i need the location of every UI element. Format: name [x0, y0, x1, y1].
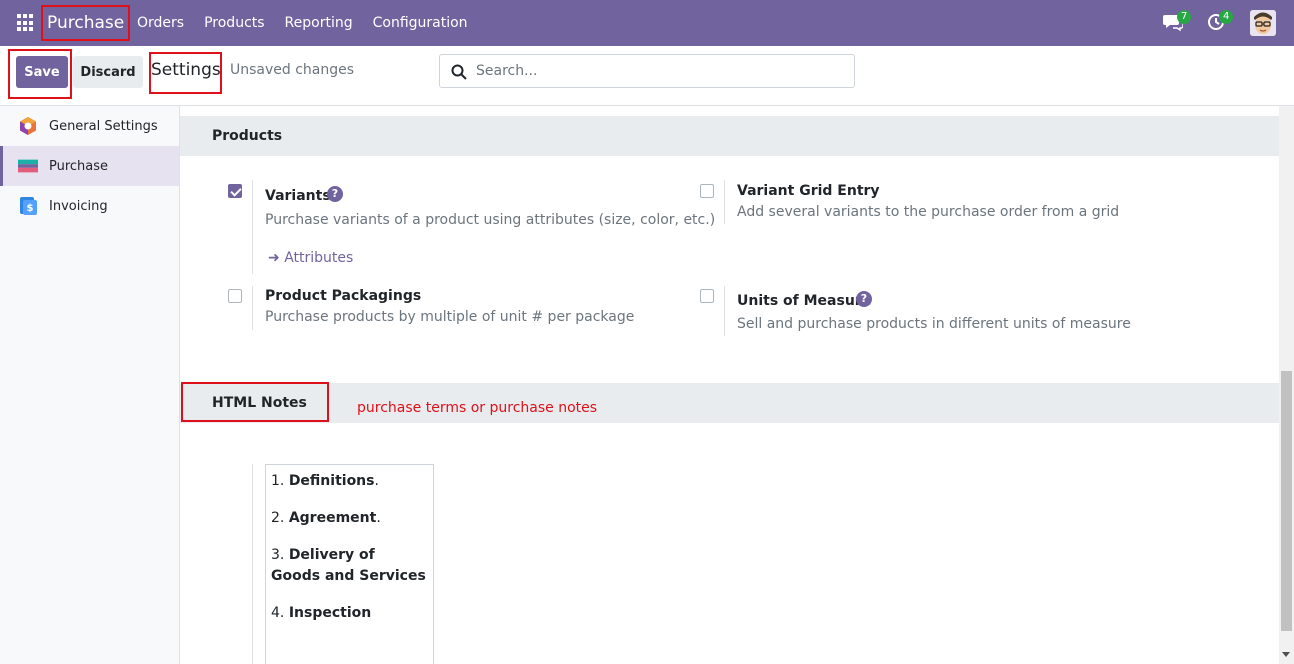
annotation-note: purchase terms or purchase notes [357, 400, 598, 416]
html-notes-editor[interactable]: 1. Definitions. 2. Agreement. 3. Deliver… [265, 464, 434, 664]
app-brand[interactable]: Purchase [41, 5, 131, 41]
attributes-link[interactable]: ➜ Attributes [268, 250, 353, 266]
search-icon [451, 64, 467, 80]
main-scrollbar[interactable] [1279, 106, 1294, 664]
search-input[interactable] [476, 61, 846, 81]
product-packagings-description: Purchase products by multiple of unit # … [265, 309, 635, 325]
setting-divider [252, 286, 253, 330]
variants-description: Purchase variants of a product using att… [265, 212, 716, 228]
setting-divider [252, 180, 253, 274]
main-menu: Orders Products Reporting Configuration [137, 0, 488, 46]
menu-reporting[interactable]: Reporting [285, 15, 353, 31]
sidebar-item-purchase[interactable]: Purchase [0, 146, 179, 186]
variants-title: Variants [265, 188, 331, 204]
product-packagings-title: Product Packagings [265, 288, 422, 304]
sidebar-item-general-settings[interactable]: General Settings [0, 106, 179, 146]
setting-divider [724, 180, 725, 224]
units-of-measure-help-icon[interactable]: ? [856, 291, 872, 307]
html-notes-section-header: HTML Notes [180, 383, 1279, 423]
variant-grid-entry-title: Variant Grid Entry [737, 183, 880, 199]
invoicing-app-icon: $ [20, 197, 37, 215]
section-title: Products [212, 128, 283, 144]
attributes-link-label: Attributes [284, 250, 354, 266]
variant-grid-entry-checkbox[interactable] [700, 184, 714, 198]
general-settings-icon [20, 117, 36, 135]
top-navbar: Purchase Orders Products Reporting Confi… [0, 0, 1294, 46]
activity-badge: 4 [1219, 10, 1234, 24]
note-item: 4. Inspection [271, 605, 372, 621]
units-of-measure-title: Units of Measure [737, 293, 872, 309]
note-item: 2. Agreement. [271, 510, 381, 526]
unsaved-status: Unsaved changes [230, 62, 355, 78]
product-packagings-checkbox[interactable] [228, 289, 242, 303]
variants-help-icon[interactable]: ? [327, 186, 343, 202]
page-title: Settings [151, 60, 221, 80]
scroll-down-arrow-icon[interactable] [1282, 652, 1290, 657]
variants-checkbox[interactable] [228, 184, 242, 198]
save-button[interactable]: Save [16, 56, 68, 88]
menu-orders[interactable]: Orders [137, 15, 184, 31]
note-item: 3. Delivery of Goods and Services [271, 547, 426, 584]
html-notes-highlight-frame [181, 382, 329, 422]
svg-text:$: $ [27, 203, 34, 214]
note-item: 1. Definitions. [271, 473, 379, 489]
menu-products[interactable]: Products [204, 15, 264, 31]
sidebar-item-label: Invoicing [49, 198, 108, 214]
products-section-header: Products [180, 116, 1279, 156]
sidebar-item-label: Purchase [49, 158, 109, 174]
control-panel: Save Discard Settings Unsaved changes [0, 46, 1294, 106]
discard-button[interactable]: Discard [73, 56, 143, 88]
search-box[interactable] [439, 54, 855, 88]
units-of-measure-description: Sell and purchase products in different … [737, 316, 1131, 332]
settings-sidebar: General Settings Purchase $ Invoicing [0, 106, 180, 664]
purchase-app-icon [18, 159, 38, 173]
variant-grid-entry-description: Add several variants to the purchase ord… [737, 204, 1120, 220]
sidebar-item-invoicing[interactable]: $ Invoicing [0, 186, 179, 226]
chat-badge: 7 [1177, 10, 1192, 24]
settings-main: Products Variants ? Purchase variants of… [180, 106, 1280, 664]
app-grid-icon[interactable] [17, 14, 35, 32]
setting-divider [724, 286, 725, 336]
sidebar-item-label: General Settings [49, 118, 158, 134]
avatar-face-icon [1250, 10, 1276, 36]
units-of-measure-checkbox[interactable] [700, 289, 714, 303]
setting-divider [252, 464, 253, 664]
arrow-right-icon: ➜ [268, 250, 280, 266]
menu-configuration[interactable]: Configuration [373, 15, 468, 31]
user-avatar[interactable] [1250, 10, 1276, 36]
scrollbar-thumb[interactable] [1281, 371, 1292, 631]
